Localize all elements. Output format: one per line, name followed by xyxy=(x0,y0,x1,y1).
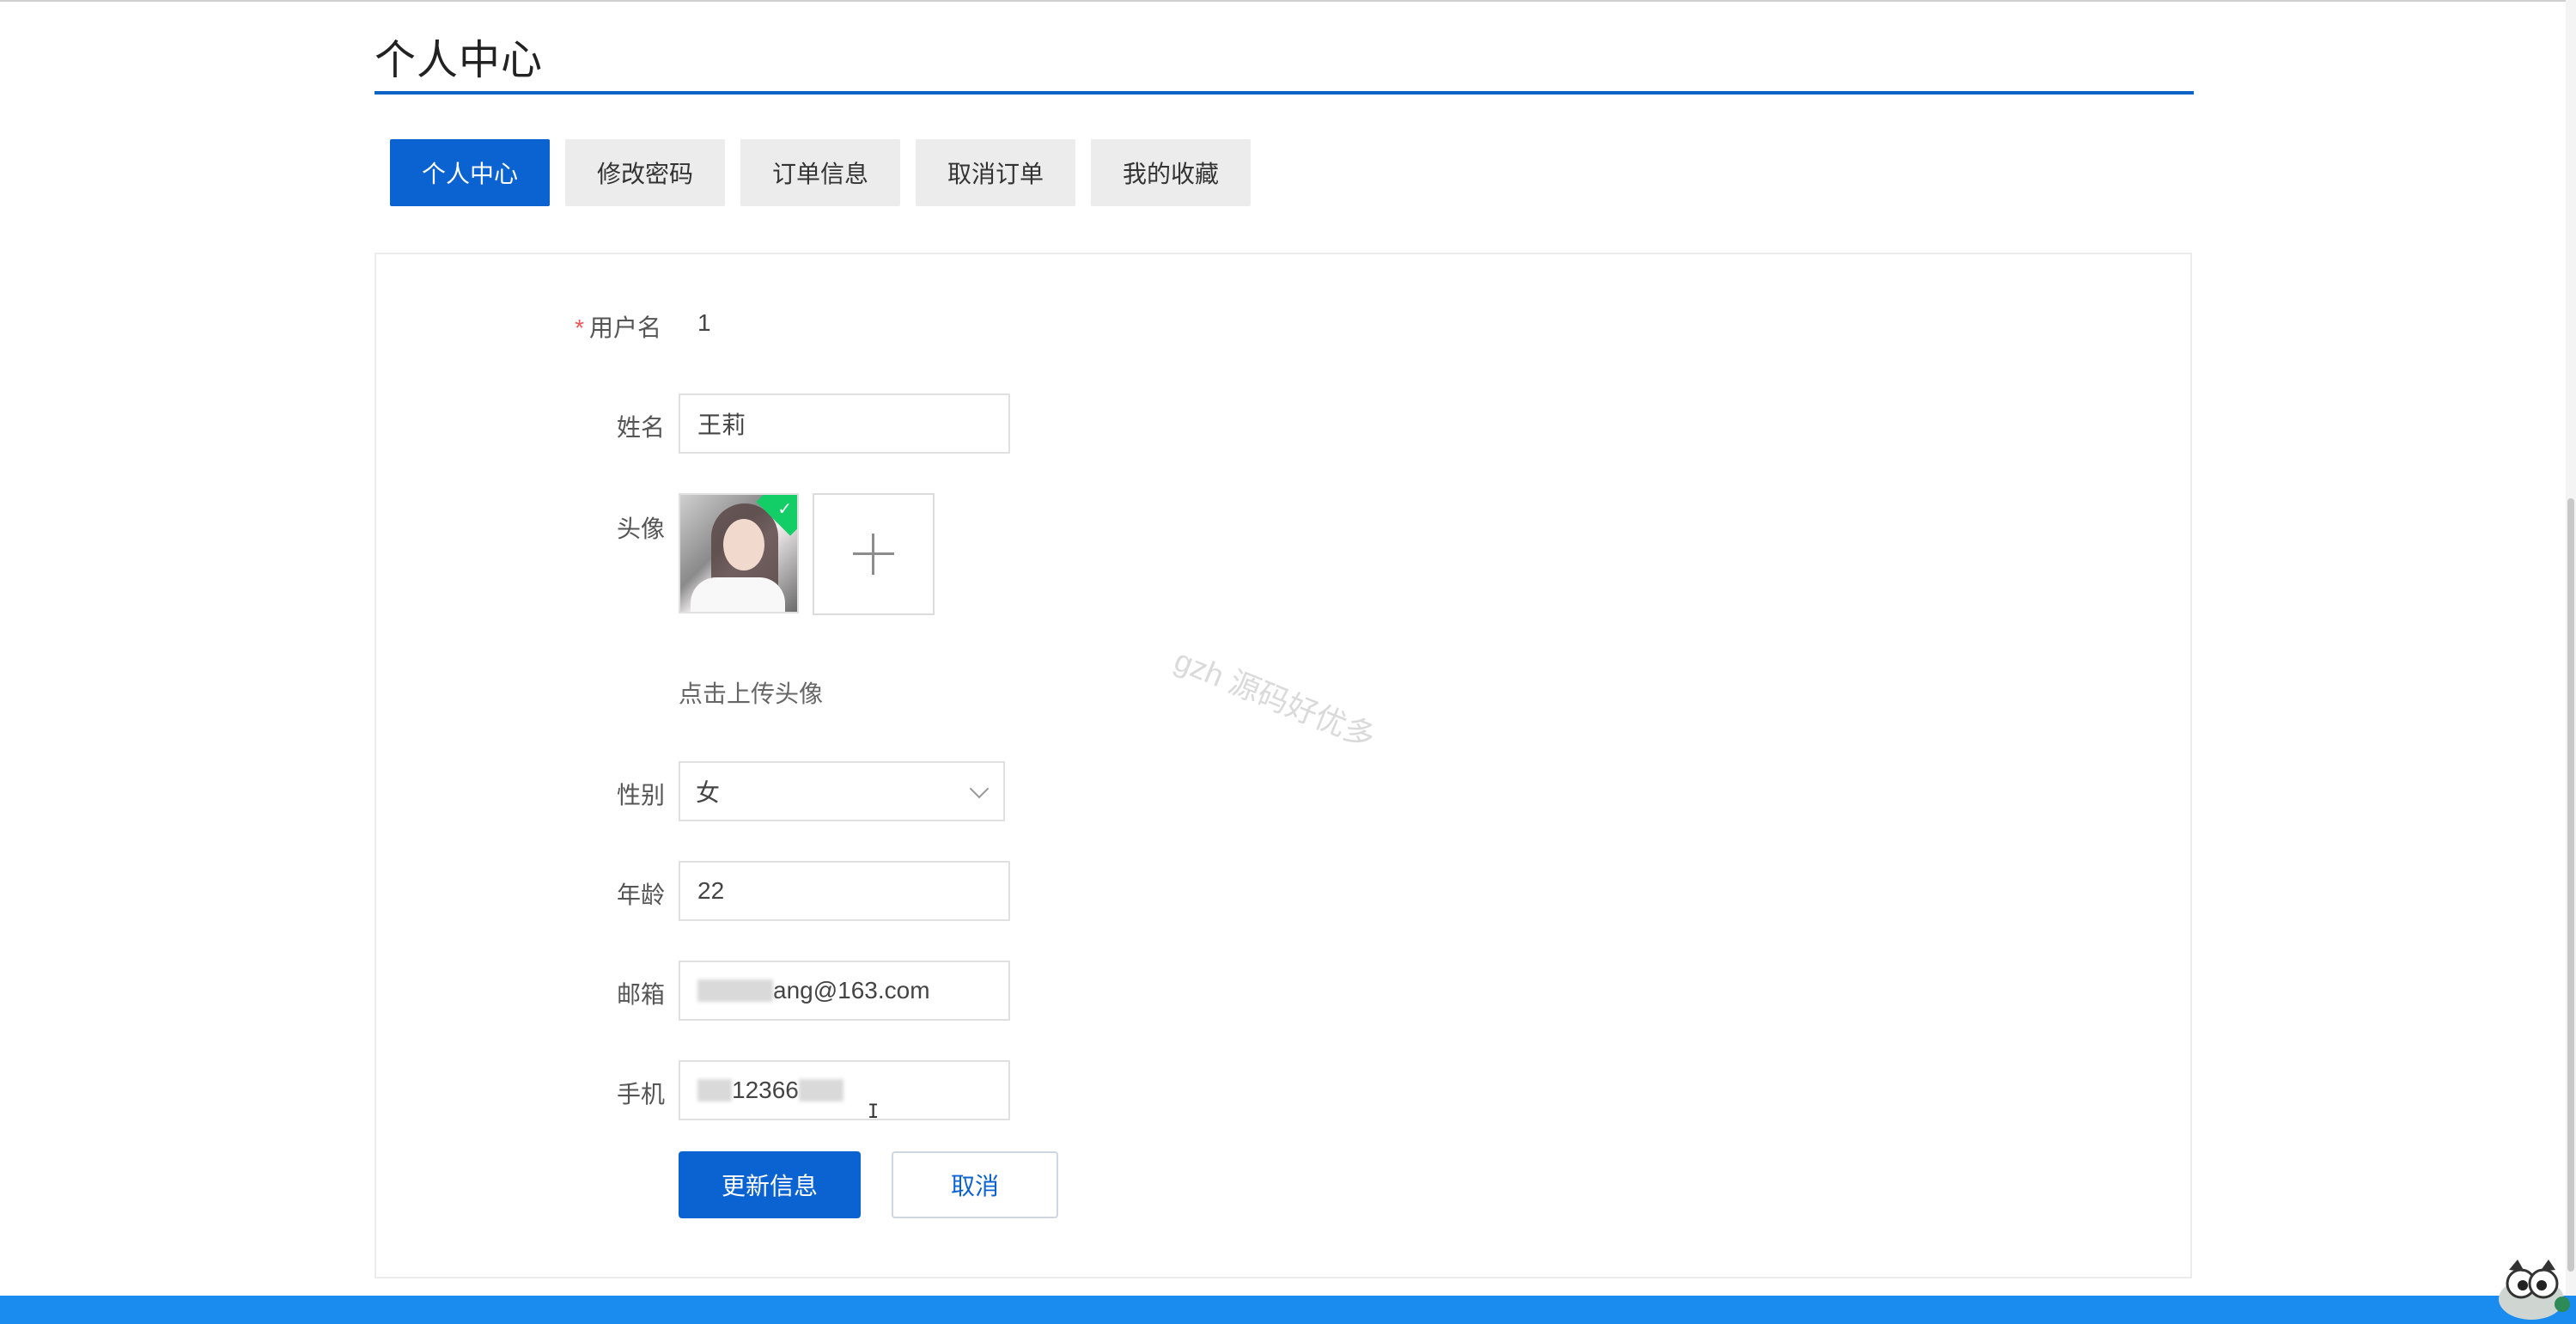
email-input[interactable]: ang@163.com xyxy=(679,961,1010,1021)
gender-label: 性别 xyxy=(616,782,665,808)
page: 个人中心 个人中心 修改密码 订单信息 取消订单 我的收藏 * 用户名 1 姓名 … xyxy=(0,0,2576,1324)
tab-cancel-order[interactable]: 取消订单 xyxy=(916,139,1075,206)
chevron-down-icon xyxy=(969,778,990,799)
tab-personal-center[interactable]: 个人中心 xyxy=(390,139,550,206)
title-underline xyxy=(375,91,2194,95)
email-visible-value: ang@163.com xyxy=(773,977,930,1004)
scrollbar-thumb[interactable] xyxy=(2567,498,2574,1272)
profile-form-panel xyxy=(375,253,2192,1278)
update-info-button[interactable]: 更新信息 xyxy=(679,1151,861,1218)
page-title: 个人中心 xyxy=(375,38,544,83)
text-cursor-icon: I xyxy=(868,1101,880,1123)
avatar-image[interactable]: ✓ xyxy=(679,493,799,613)
age-input[interactable] xyxy=(679,861,1010,921)
tab-my-favorites[interactable]: 我的收藏 xyxy=(1091,139,1251,206)
age-label: 年龄 xyxy=(616,882,665,908)
username-value: 1 xyxy=(697,309,711,336)
username-label: * 用户名 xyxy=(575,314,661,341)
gender-selected-value: 女 xyxy=(696,779,721,806)
phone-input[interactable]: 12366 xyxy=(679,1060,1010,1120)
phone-label: 手机 xyxy=(616,1081,665,1107)
mascot-icon[interactable] xyxy=(2492,1254,2571,1323)
tab-bar: 个人中心 修改密码 订单信息 取消订单 我的收藏 xyxy=(390,139,1251,206)
tab-order-info[interactable]: 订单信息 xyxy=(740,139,900,206)
gender-select[interactable]: 女 xyxy=(679,761,1005,821)
email-label: 邮箱 xyxy=(616,981,665,1008)
name-label: 姓名 xyxy=(616,414,665,441)
plus-icon xyxy=(853,534,894,575)
redacted-text xyxy=(697,979,773,1002)
check-icon: ✓ xyxy=(777,500,792,519)
avatar-upload-button[interactable] xyxy=(813,493,935,615)
redacted-text xyxy=(798,1079,843,1101)
cancel-button[interactable]: 取消 xyxy=(892,1151,1058,1218)
scrollbar[interactable] xyxy=(2566,0,2576,1297)
required-mark: * xyxy=(575,314,584,341)
tab-change-password[interactable]: 修改密码 xyxy=(565,139,725,206)
name-input[interactable] xyxy=(679,394,1010,454)
footer-bar xyxy=(0,1296,2576,1324)
phone-visible-value: 12366 xyxy=(732,1077,799,1103)
avatar-upload-hint: 点击上传头像 xyxy=(679,680,824,707)
redacted-text xyxy=(697,1079,732,1101)
avatar-label: 头像 xyxy=(616,516,665,542)
top-divider xyxy=(0,0,2576,2)
